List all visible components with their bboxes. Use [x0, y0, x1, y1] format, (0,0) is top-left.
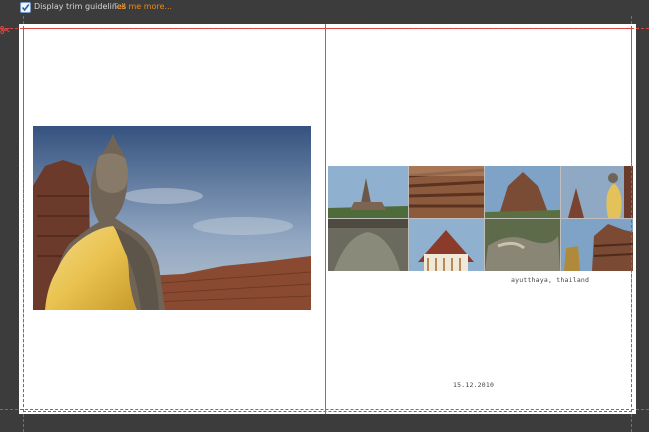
location-caption: ayutthaya, thailand: [511, 276, 590, 284]
collage-tile-2: [408, 166, 485, 218]
collage-tile-8: [561, 219, 633, 271]
collage-tile-5: [328, 219, 408, 271]
left-page-photo[interactable]: [33, 126, 311, 310]
photo-book-spread: ayutthaya, thailand 15.12.2010: [19, 24, 636, 414]
checkmark-icon: [21, 4, 30, 12]
trim-guideline-left-extension: [23, 16, 24, 432]
trim-toolbar: Display trim guidelines Tell me more...: [0, 0, 649, 16]
scissors-icon: [0, 26, 10, 34]
collage-tile-1: [328, 166, 408, 218]
trim-guideline-bottom-extension: [0, 409, 649, 410]
book-spine: [325, 24, 326, 414]
date-caption: 15.12.2010: [453, 381, 495, 389]
tell-me-more-link[interactable]: Tell me more...: [113, 2, 172, 11]
trim-guideline-right-extension: [631, 16, 632, 432]
trim-guideline-top-extension: [0, 28, 649, 29]
collage-tile-3: [485, 166, 560, 218]
collage-tile-6: [409, 219, 484, 271]
trim-guidelines-checkbox[interactable]: [20, 2, 31, 13]
right-page-collage[interactable]: [328, 166, 633, 271]
collage-tile-4: [561, 166, 633, 218]
collage-tile-7: [485, 219, 560, 271]
